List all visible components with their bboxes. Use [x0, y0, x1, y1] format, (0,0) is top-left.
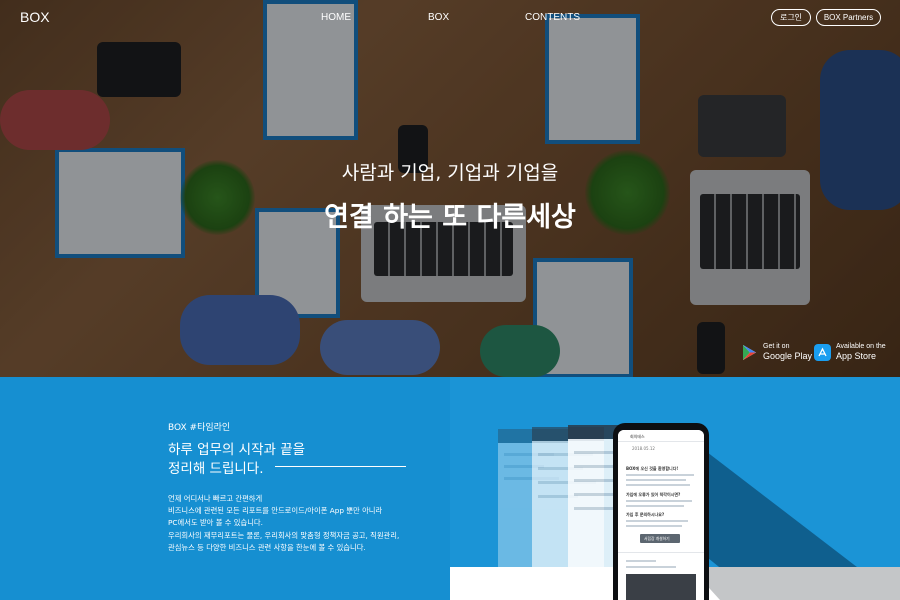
hero-banner: BOX HOME BOX CONTENTS 로그인 BOX Partners 사…	[0, 0, 900, 377]
hero-subtitle: 사람과 기업, 기업과 기업을	[341, 162, 559, 184]
box-logo[interactable]: BOX	[20, 9, 50, 25]
app-title: 회의테스	[630, 434, 645, 439]
nav-box-link[interactable]: BOX	[428, 12, 449, 23]
app-store-caption: Available on the	[836, 343, 886, 350]
google-play-label: Google Play	[763, 351, 813, 361]
box-partners-button[interactable]: BOX Partners	[816, 9, 881, 26]
background-shapes	[450, 439, 900, 600]
news-thumbnail	[626, 574, 696, 600]
timeline-description: 언제 어디서나 빠르고 간편하게 비즈니스에 관련된 모든 리포트를 안드로이드…	[168, 493, 438, 554]
nav-home-link[interactable]: HOME	[321, 12, 351, 23]
description-line: PC에서도 받아 볼 수 있습니다.	[168, 518, 263, 528]
google-play-icon	[743, 345, 756, 360]
login-button[interactable]: 로그인	[771, 9, 811, 26]
card-heading: 가입 후 문의하시나요?	[626, 512, 665, 517]
timeline-section: BOX #타임라인 하루 업무의 시작과 끝을 정리해 드립니다. 언제 어디서…	[0, 377, 900, 600]
timeline-heading-line1: 하루 업무의 시작과 끝을	[168, 442, 306, 458]
heading-divider	[275, 466, 406, 467]
google-play-caption: Get it on	[763, 343, 790, 350]
timeline-heading-line2: 정리해 드립니다.	[168, 461, 264, 477]
timeline-tag: BOX #타임라인	[168, 423, 231, 433]
description-line: 우리회사의 재무리포트는 물론, 우리회사의 맞춤형 정책자금 공고, 직원관리…	[168, 530, 400, 540]
description-line: 언제 어디서나 빠르고 간편하게	[168, 494, 263, 503]
app-date: 2018.05.12	[632, 446, 655, 451]
app-store-badge[interactable]: Available on the App Store	[814, 343, 894, 363]
open-store-button[interactable]: 서립장 개설하기	[640, 534, 680, 543]
card-title: BOX에 오신 것을 환영합니다!	[626, 466, 679, 471]
description-line: 비즈니스에 관련된 모든 리포트를 안드로이드/아이폰 App 뿐만 아니라	[168, 506, 383, 516]
app-store-label: App Store	[836, 351, 877, 361]
phone-screen: 회의테스 2018.05.12 BOX에 오신 것을 환영합니다! 가입에 오류…	[618, 430, 704, 600]
app-store-icon	[814, 344, 831, 361]
google-play-badge[interactable]: Get it on Google Play	[741, 343, 813, 363]
nav-contents-link[interactable]: CONTENTS	[525, 12, 580, 23]
top-navigation: BOX HOME BOX CONTENTS 로그인 BOX Partners	[0, 0, 900, 36]
hero-title: 연결 하는 또 다른세상	[324, 202, 576, 233]
phone-mockup: 회의테스 2018.05.12 BOX에 오신 것을 환영합니다! 가입에 오류…	[613, 423, 709, 600]
card-heading: 가입에 오류가 있어 착각이시면?	[626, 492, 681, 497]
description-line: 관심뉴스 등 다양한 비즈니스 관련 사항을 한눈에 볼 수 있습니다.	[168, 542, 366, 552]
